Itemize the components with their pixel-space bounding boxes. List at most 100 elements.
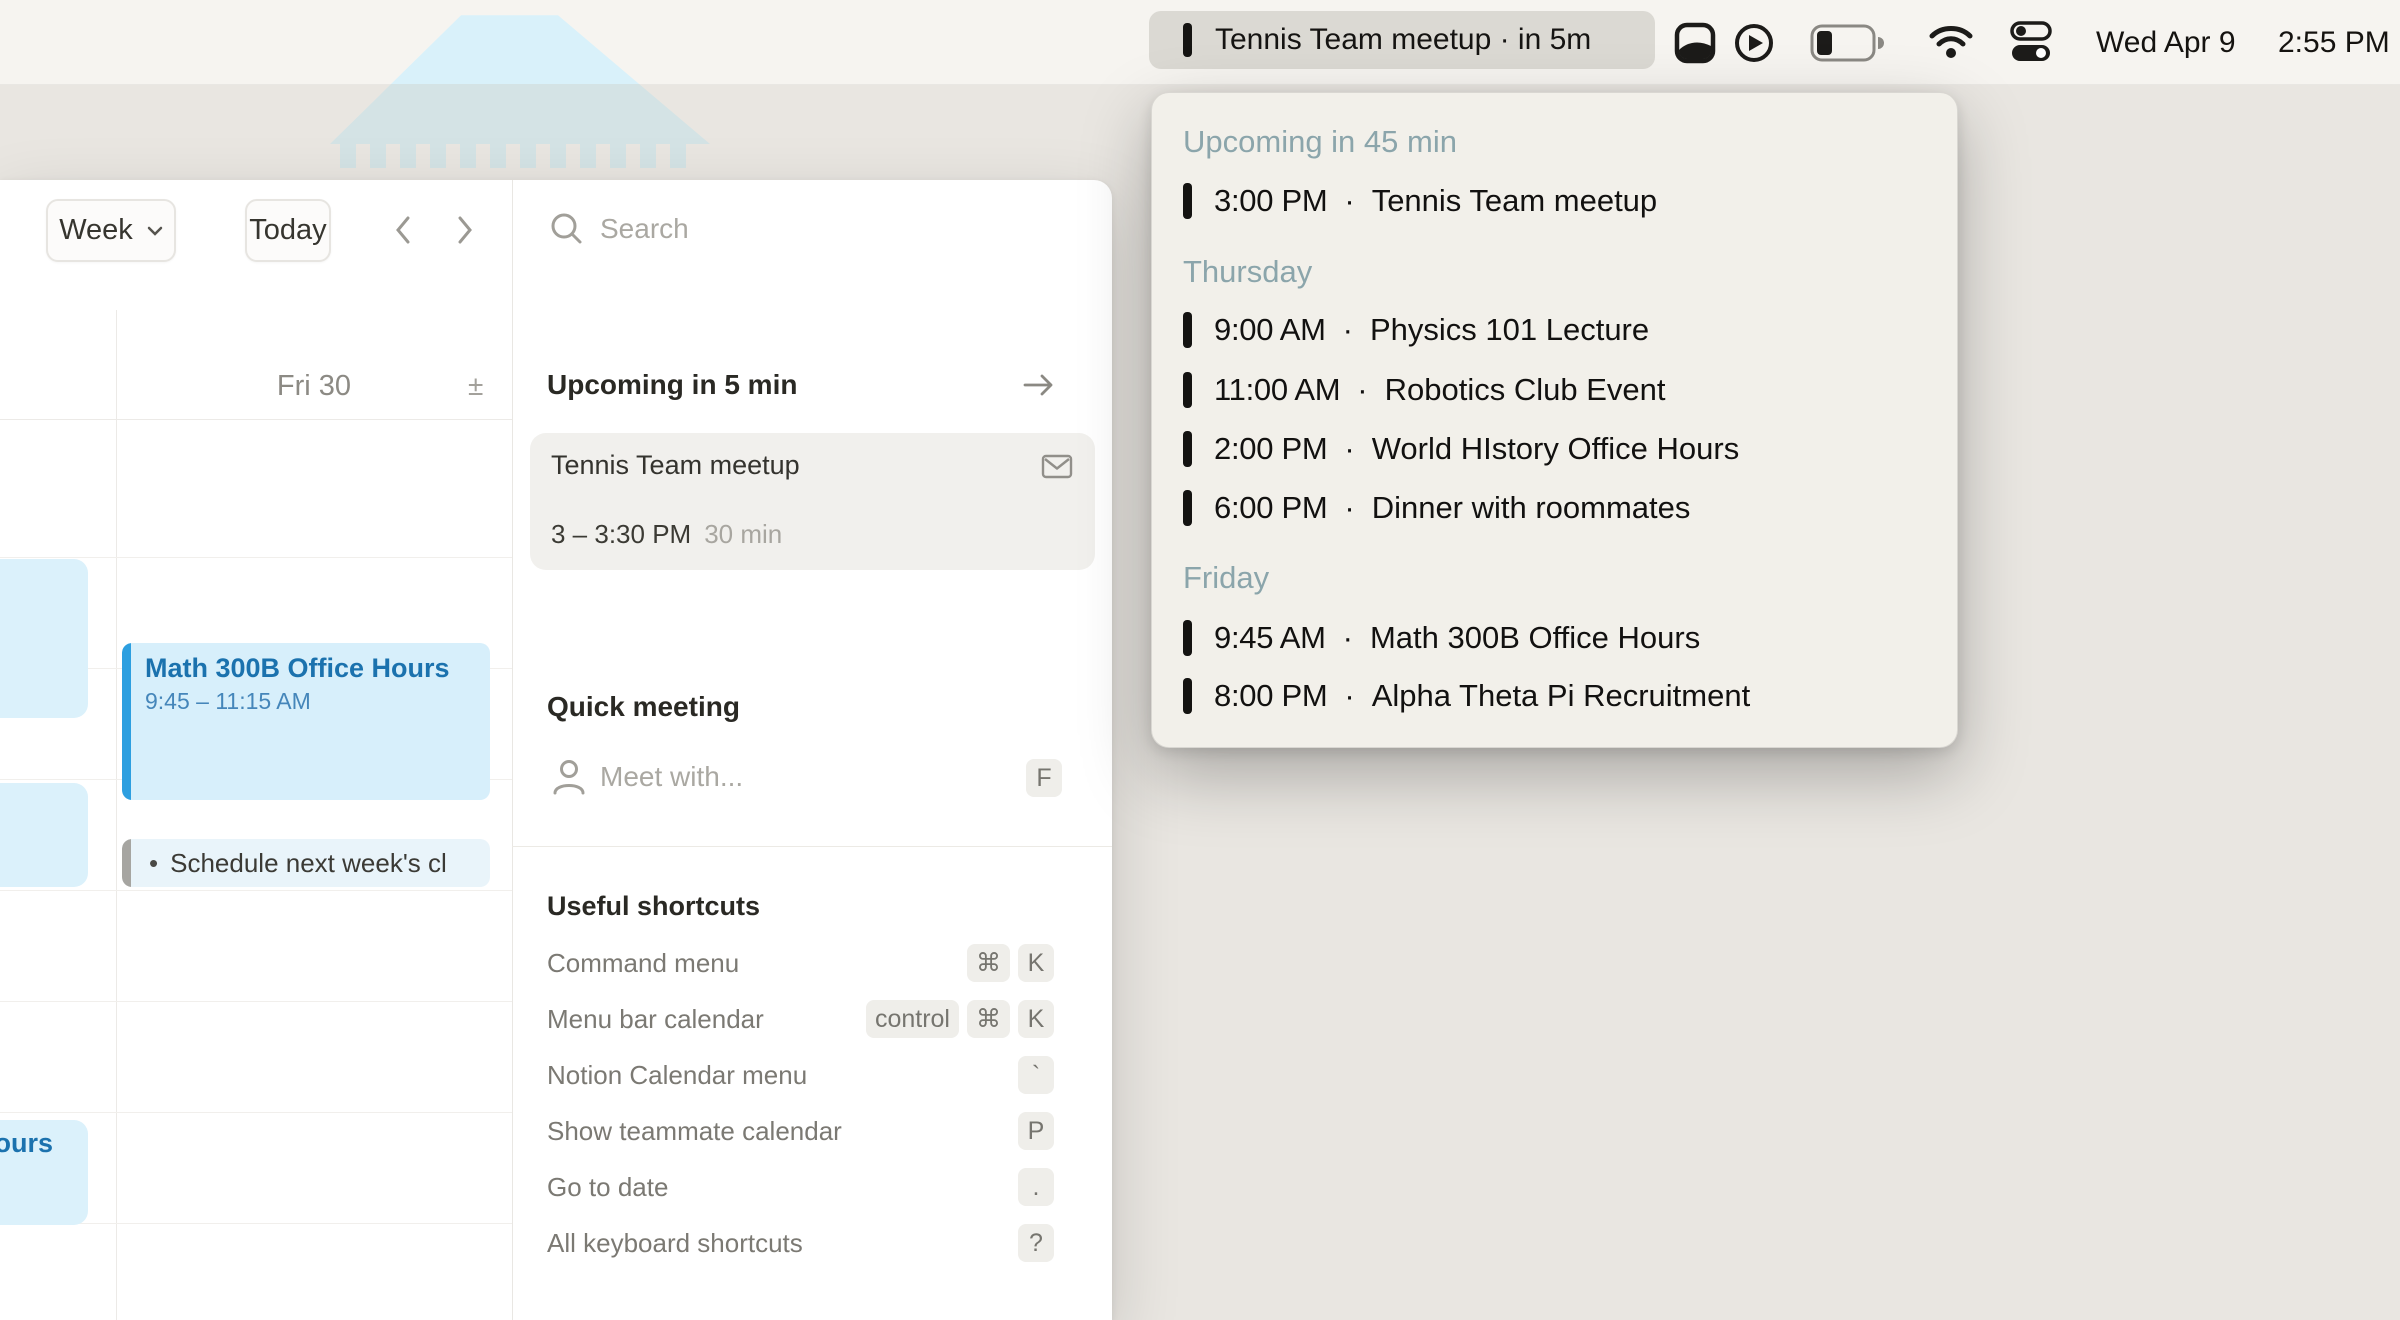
shortcuts-heading: Useful shortcuts [547,886,760,926]
panel-event-row[interactable]: 9:00 AM · Physics 101 Lecture [1183,306,1649,354]
event-time: 2:00 PM [1214,431,1327,467]
event-bar-icon [1183,490,1192,526]
grid-line [0,1112,512,1113]
event-bar-icon [1183,678,1192,714]
key-badge: ⌘ [967,944,1010,982]
sidebar-divider [512,180,513,1320]
person-icon [550,758,588,798]
quick-meeting-heading: Quick meeting [547,687,740,727]
event-title: World HIstory Office Hours [1372,431,1740,467]
event-title: Tennis Team meetup [1372,183,1657,219]
menubar-date[interactable]: Wed Apr 9 [2096,25,2236,61]
panel-section-header: Friday [1183,556,1269,600]
prev-week-button[interactable] [386,213,420,247]
shortcut-label: Go to date [547,1170,668,1204]
dot-separator: · [1357,372,1367,408]
key-badge: ⌘ [967,1000,1010,1038]
key-badge: . [1018,1168,1054,1206]
battery-icon[interactable] [1810,24,1888,62]
upcoming-heading: Upcoming in 5 min [547,365,797,405]
panel-event-row[interactable]: 3:00 PM · Tennis Team meetup [1183,177,1657,225]
now-playing-icon[interactable] [1733,22,1775,64]
shortcut-label: Show teammate calendar [547,1114,842,1148]
panel-event-row[interactable]: 9:45 AM · Math 300B Office Hours [1183,614,1700,662]
shortcut-label: Notion Calendar menu [547,1058,807,1092]
event-time: 11:00 AM [1214,372,1340,408]
event-title: Physics 101 Lecture [1370,312,1649,348]
event-bar-icon [1183,183,1192,219]
key-badge: K [1018,944,1054,982]
panel-event-row[interactable]: 11:00 AM · Robotics Club Event [1183,366,1665,414]
quick-meeting-key-hint: F [1026,759,1062,797]
key-badge: K [1018,1000,1054,1038]
shortcut-keys: ` [1018,1056,1054,1094]
dot-separator: · [1343,312,1353,348]
event-bar-icon [1183,23,1192,57]
shortcut-label: All keyboard shortcuts [547,1226,803,1260]
wifi-icon[interactable] [1928,23,1974,61]
shortcut-label: Menu bar calendar [547,1002,764,1036]
shortcut-keys: P [1018,1112,1054,1150]
meet-with-input[interactable] [600,754,980,800]
key-badge: P [1018,1112,1054,1150]
task-schedule-classes[interactable]: • Schedule next week's cl [122,839,490,887]
key-badge: control [866,1000,959,1038]
dot-separator: · [1343,620,1353,656]
swoosh-app-icon[interactable] [1672,20,1718,66]
partial-event-block[interactable] [0,783,88,887]
event-title: Robotics Club Event [1385,372,1666,408]
task-title: Schedule next week's cl [170,848,447,879]
control-center-icon[interactable] [2008,21,2054,63]
section-divider [512,846,1112,847]
panel-event-row[interactable]: 2:00 PM · World HIstory Office Hours [1183,425,1739,473]
view-selector-dropdown[interactable]: Week [46,199,176,262]
panel-event-row[interactable]: 6:00 PM · Dinner with roommates [1183,484,1690,532]
event-time: 9:45 AM [1214,620,1326,656]
next-week-button[interactable] [448,213,482,247]
arrow-right-icon[interactable] [1020,368,1058,402]
upcoming-event-card[interactable]: Tennis Team meetup 3 – 3:30 PM 30 min [530,433,1095,570]
search-input[interactable] [600,206,980,252]
shortcut-keys: . [1018,1168,1054,1206]
menubar-clock[interactable]: 2:55 PM [2278,25,2390,61]
key-badge: ? [1018,1224,1054,1262]
partial-event-block[interactable] [0,559,88,718]
dot-separator: · [1344,431,1354,467]
event-color-bar [122,643,131,800]
grid-line [0,890,512,891]
shortcut-keys: ⌘ K [967,944,1054,982]
card-event-title: Tennis Team meetup [551,450,800,481]
event-time: 3:00 PM [1214,183,1327,219]
card-event-time: 3 – 3:30 PM [551,519,691,550]
timezone-adjust-icon[interactable]: ± [468,366,483,406]
wallpaper-fringe [340,142,700,168]
menubar-calendar-status-item[interactable]: Tennis Team meetup · in 5m [1149,11,1655,69]
today-button[interactable]: Today [245,199,331,262]
panel-event-row[interactable]: 8:00 PM · Alpha Theta Pi Recruitment [1183,672,1750,720]
card-event-duration: 30 min [704,519,782,550]
notion-calendar-window: Week Today Fri 30 ± hours Math 300B Offi… [0,180,1112,1320]
search-icon [548,210,586,248]
menubar-calendar-dropdown: Upcoming in 45 min 3:00 PM · Tennis Team… [1151,92,1958,748]
grid-line [0,419,512,420]
task-color-bar [122,839,131,887]
grid-line [0,1001,512,1002]
dot-separator: · [1344,678,1354,714]
event-time: 6:00 PM [1214,490,1327,526]
day-column-divider [116,310,117,1320]
day-header: Fri 30 [116,366,512,406]
view-selector-label: Week [59,214,133,247]
event-title: Math 300B Office Hours [145,653,450,684]
panel-section-header: Upcoming in 45 min [1183,120,1457,164]
shortcut-keys: ? [1018,1224,1054,1262]
event-title: Math 300B Office Hours [1370,620,1700,656]
partial-event-block[interactable]: hours [0,1120,88,1225]
event-bar-icon [1183,312,1192,348]
event-time: 9:45 – 11:15 AM [145,688,311,715]
panel-section-header: Thursday [1183,250,1312,294]
dot-separator: · [1344,490,1354,526]
event-math-office-hours[interactable]: Math 300B Office Hours 9:45 – 11:15 AM [122,643,490,800]
dot-separator: · [1344,183,1354,219]
key-badge: ` [1018,1056,1054,1094]
event-bar-icon [1183,372,1192,408]
